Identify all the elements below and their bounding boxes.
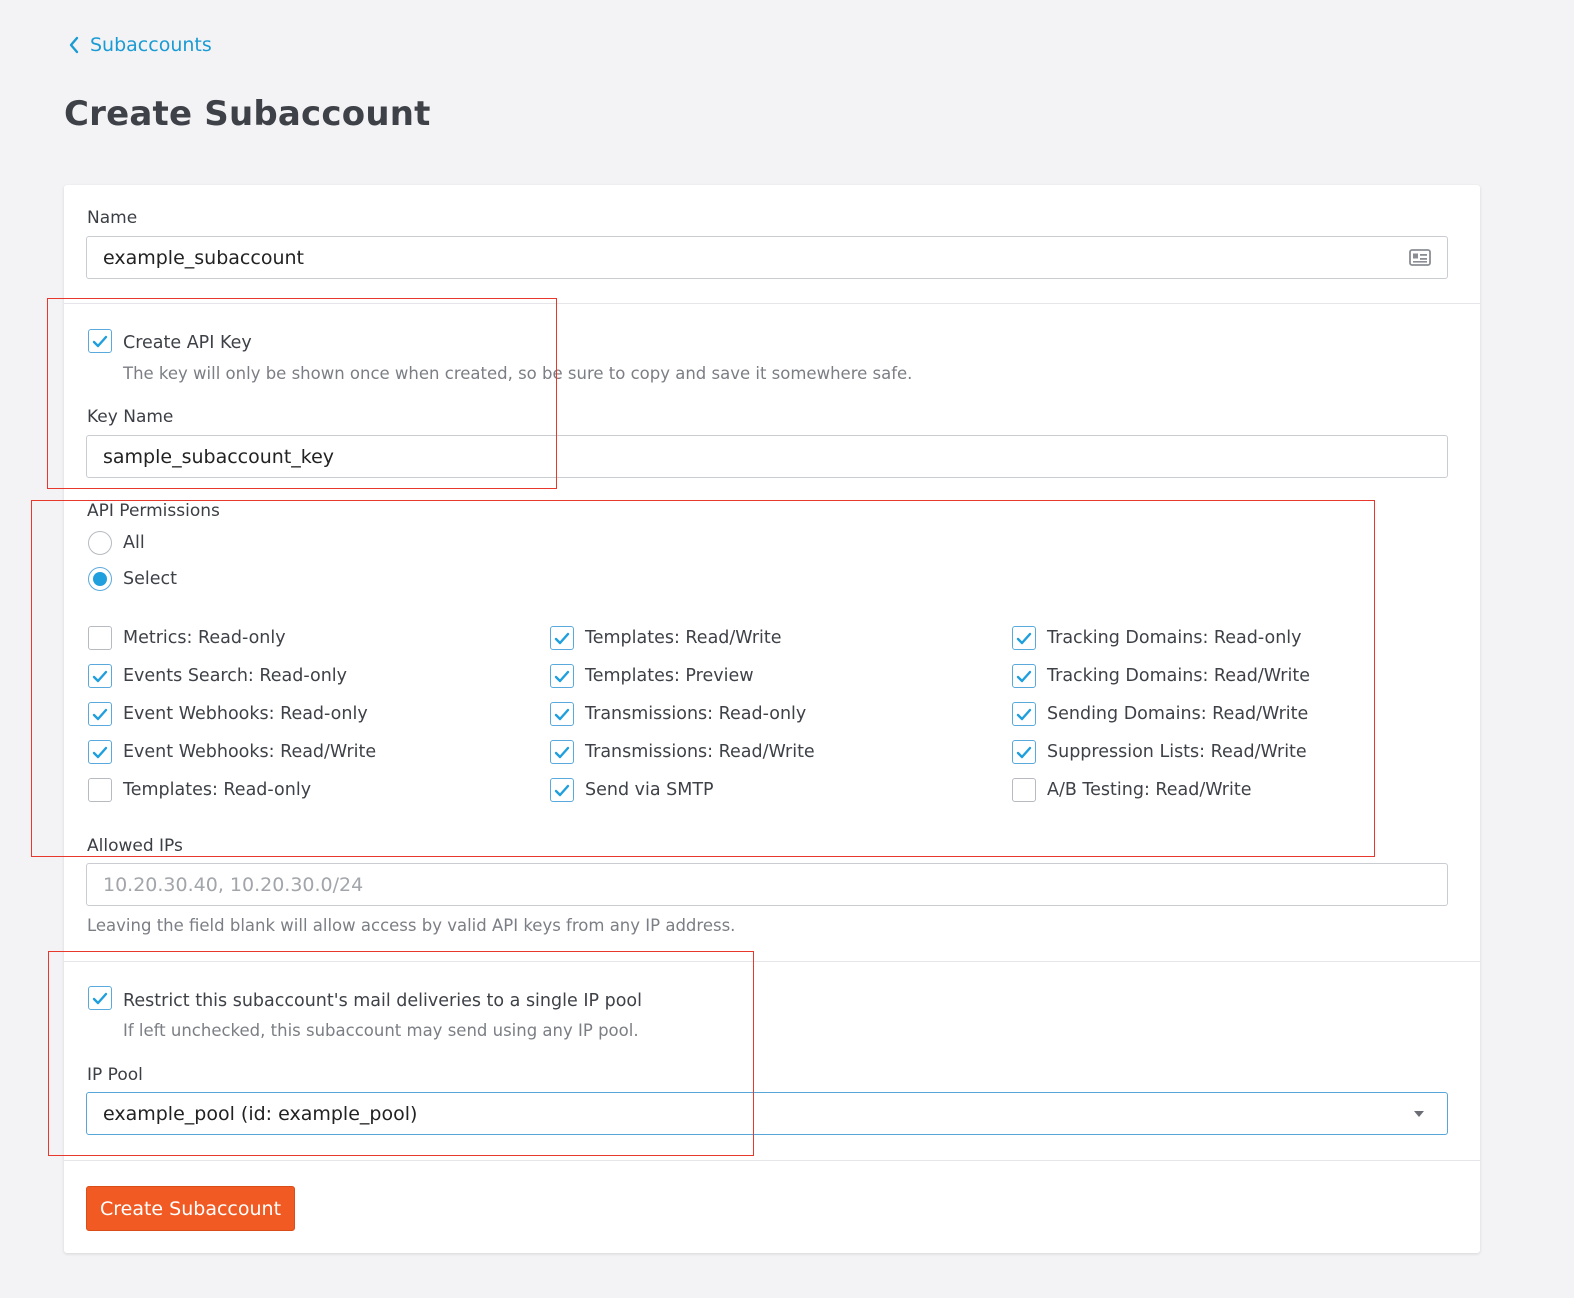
name-input[interactable]: example_subaccount [86, 236, 1448, 279]
create-subaccount-button[interactable]: Create Subaccount [86, 1186, 295, 1231]
highlight-box-ip-pool [48, 951, 754, 1156]
name-label: Name [87, 208, 138, 228]
section-divider [64, 1160, 1480, 1161]
allowed-ips-help: Leaving the field blank will allow acces… [87, 916, 736, 935]
allowed-ips-placeholder: 10.20.30.40, 10.20.30.0/24 [103, 873, 364, 896]
breadcrumb-label: Subaccounts [90, 34, 212, 56]
caret-down-icon [1414, 1110, 1424, 1117]
chevron-left-icon [69, 36, 79, 54]
breadcrumb-subaccounts[interactable]: Subaccounts [68, 34, 212, 56]
allowed-ips-input[interactable]: 10.20.30.40, 10.20.30.0/24 [86, 863, 1448, 906]
contact-card-icon [1409, 249, 1431, 266]
highlight-box-api-key [47, 298, 557, 489]
highlight-box-permissions [31, 500, 1375, 857]
name-input-value: example_subaccount [103, 246, 304, 269]
page-title: Create Subaccount [64, 94, 431, 134]
